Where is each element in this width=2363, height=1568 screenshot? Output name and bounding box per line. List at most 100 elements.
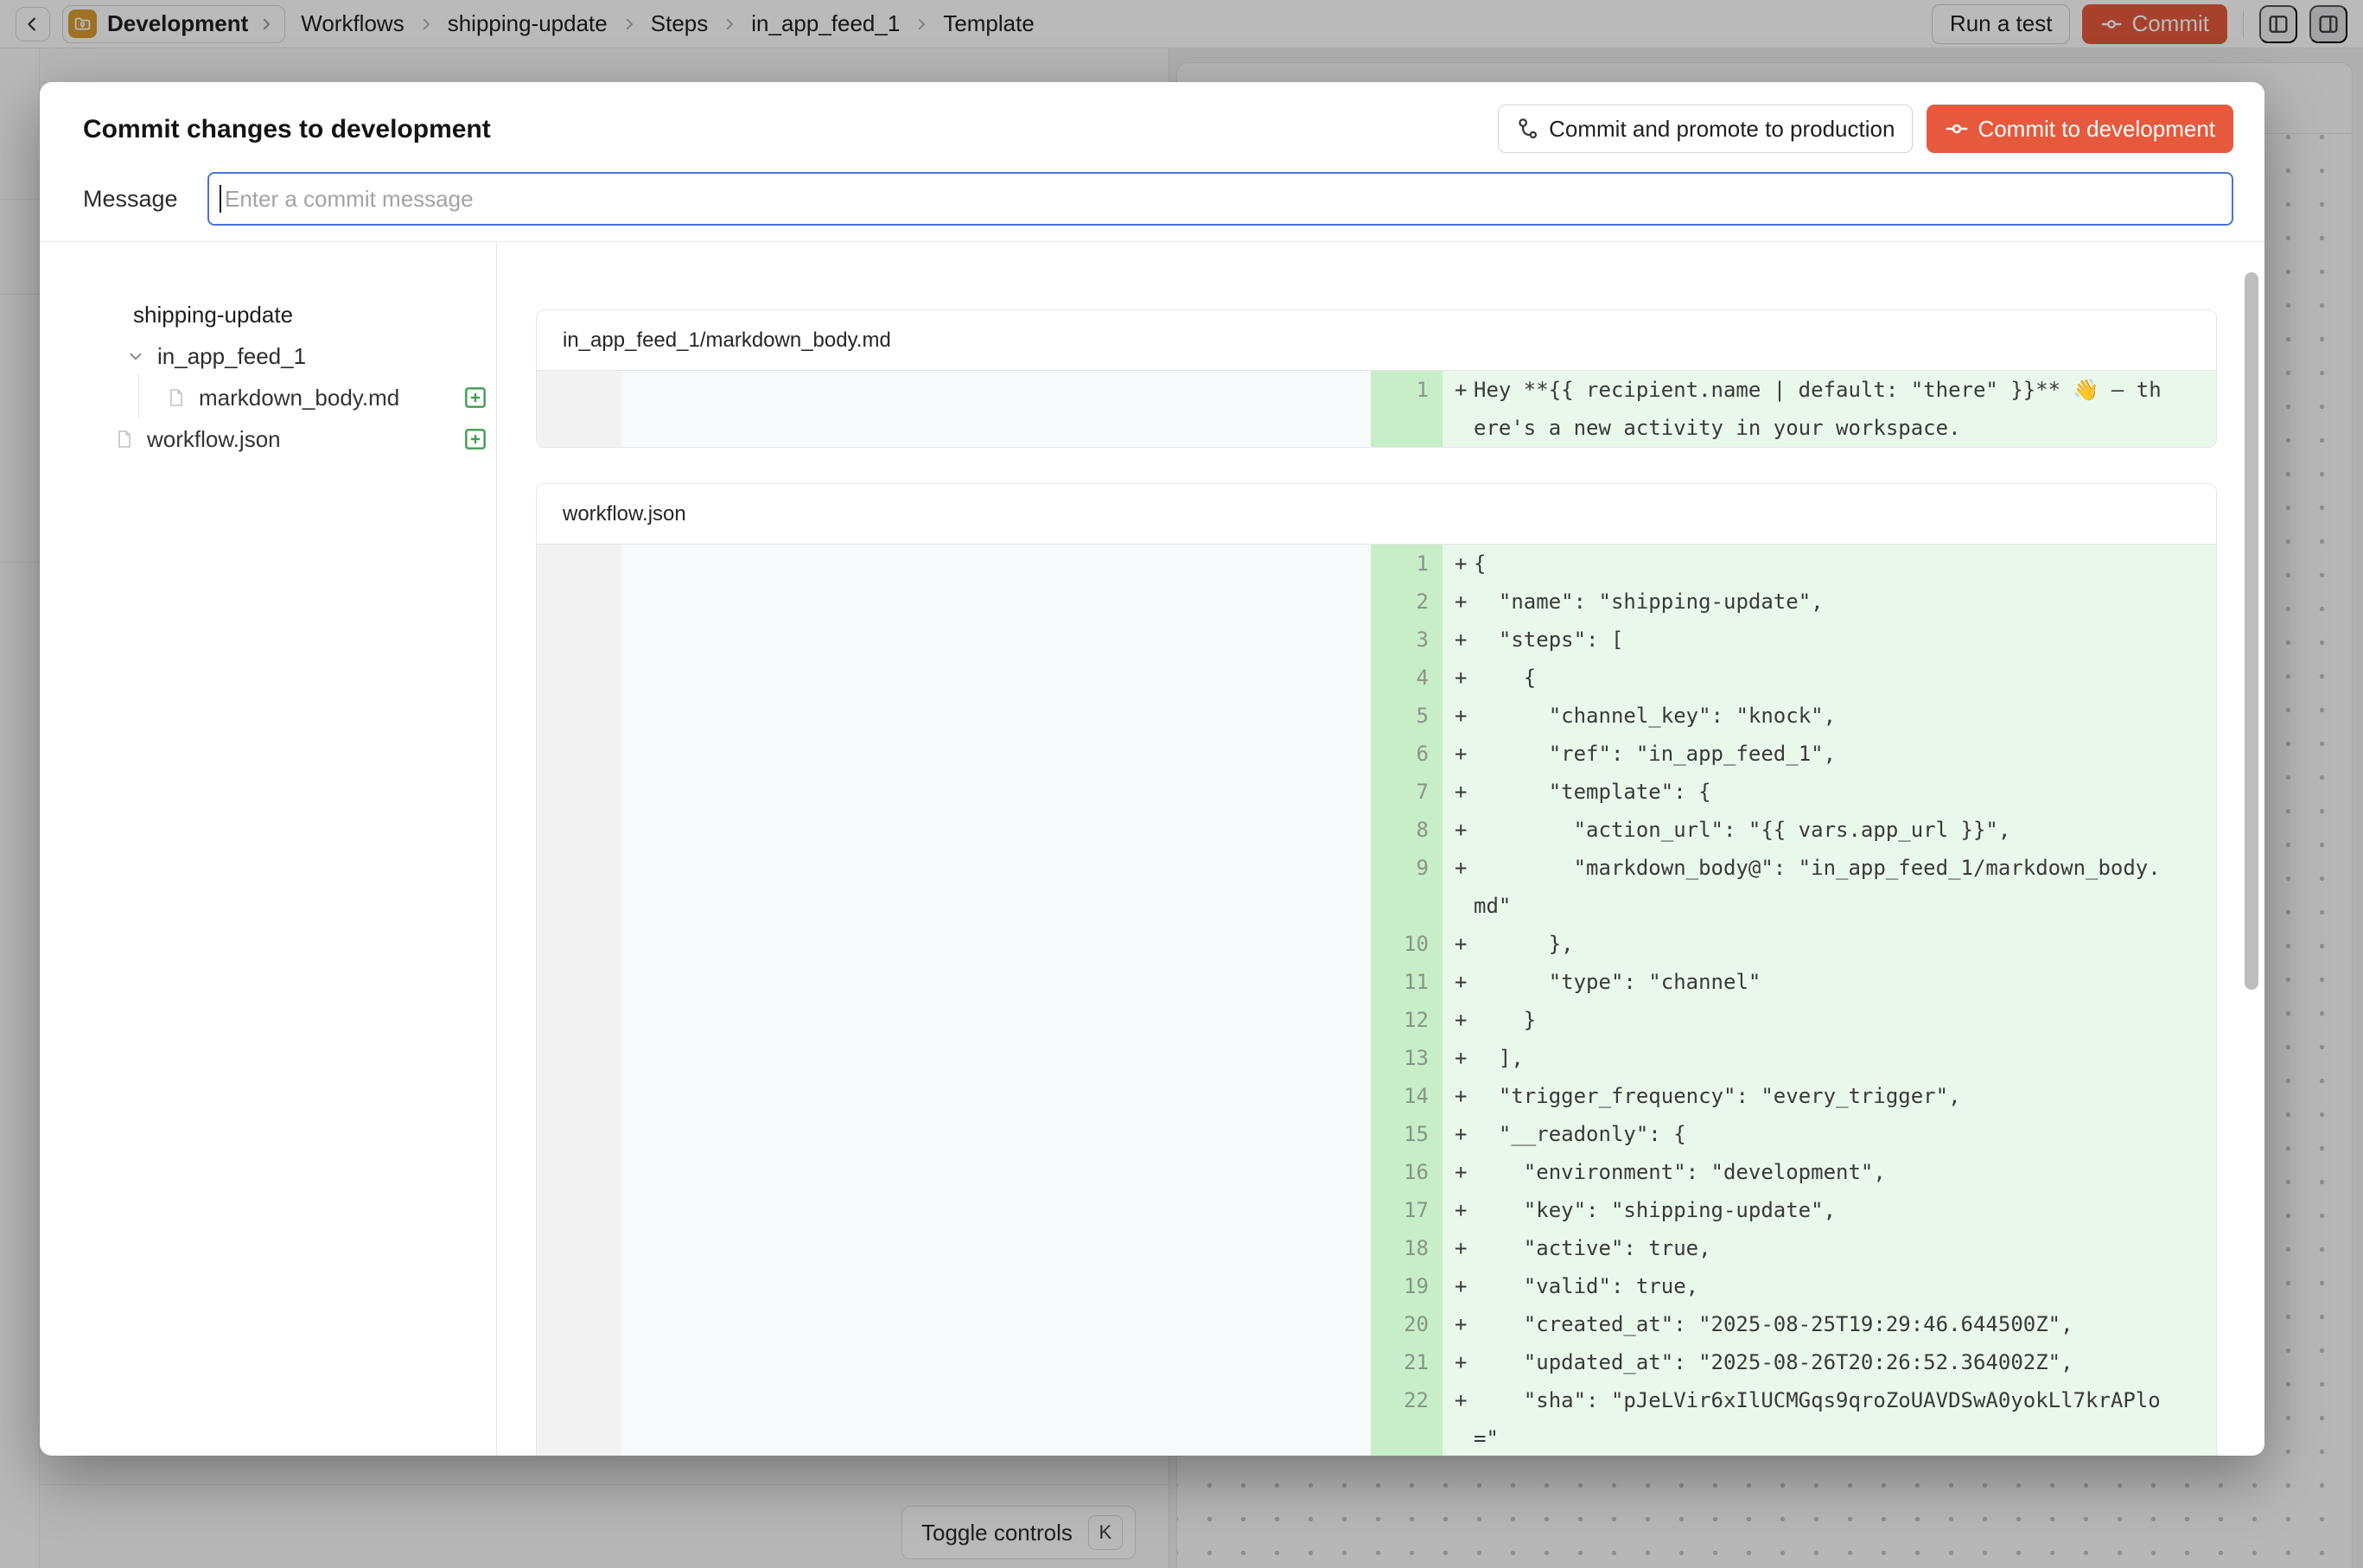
plus-sign: + bbox=[1443, 583, 1474, 621]
commit-message-row: Message bbox=[83, 172, 2233, 226]
old-line-body bbox=[621, 659, 1371, 697]
code-text: ], bbox=[1474, 1039, 1524, 1077]
tree-file-markdown-body[interactable]: markdown_body.md bbox=[166, 379, 399, 417]
diff-line-row: 1+Hey **{{ recipient.name | default: "th… bbox=[537, 371, 2216, 447]
old-line-gutter bbox=[537, 925, 621, 963]
plus-sign: + bbox=[1443, 735, 1474, 773]
old-line-body bbox=[621, 697, 1371, 735]
message-label: Message bbox=[83, 186, 207, 213]
diff-line-row: 14+ "trigger_frequency": "every_trigger"… bbox=[537, 1077, 2216, 1115]
line-number: 19 bbox=[1404, 1274, 1429, 1298]
old-line-body bbox=[621, 1267, 1371, 1305]
old-line-body bbox=[621, 545, 1371, 583]
line-number: 11 bbox=[1404, 970, 1429, 994]
scrollbar-thumb[interactable] bbox=[2245, 272, 2258, 990]
diff-line-row: 18+ "active": true, bbox=[537, 1229, 2216, 1267]
code-text: "ref": "in_app_feed_1", bbox=[1474, 735, 1836, 773]
code-text: "created_at": "2025-08-25T19:29:46.64450… bbox=[1474, 1305, 2073, 1343]
plus-sign: + bbox=[1443, 849, 1474, 887]
diff-viewer[interactable]: in_app_feed_1/markdown_body.md 1+Hey **{… bbox=[497, 242, 2264, 1456]
plus-sign: + bbox=[1443, 1039, 1474, 1077]
file-icon bbox=[166, 387, 187, 408]
plus-sign: + bbox=[1443, 1153, 1474, 1191]
old-line-gutter bbox=[537, 1115, 621, 1153]
old-line-gutter bbox=[537, 811, 621, 849]
plus-sign: + bbox=[1443, 1115, 1474, 1153]
line-number: 12 bbox=[1404, 1008, 1429, 1032]
commit-and-promote-button[interactable]: Commit and promote to production bbox=[1498, 105, 1913, 153]
code-text: "type": "channel" bbox=[1474, 963, 1761, 1001]
code-text: "action_url": "{{ vars.app_url }}", bbox=[1474, 811, 2010, 849]
old-line-body bbox=[621, 1153, 1371, 1191]
line-number: 13 bbox=[1404, 1046, 1429, 1070]
plus-sign: + bbox=[1443, 545, 1474, 583]
modal-title: Commit changes to development bbox=[83, 115, 491, 144]
line-number: 4 bbox=[1417, 666, 1429, 690]
old-line-body bbox=[621, 1001, 1371, 1039]
old-line-gutter bbox=[537, 773, 621, 811]
diff-line-row: 2+ "name": "shipping-update", bbox=[537, 583, 2216, 621]
line-number: 2 bbox=[1417, 590, 1429, 614]
diff-line-row: 13 + ], bbox=[537, 1039, 2216, 1077]
commit-to-development-button[interactable]: Commit to development bbox=[1927, 105, 2233, 153]
line-number: 3 bbox=[1417, 628, 1429, 652]
tree-indent-guide bbox=[138, 373, 139, 418]
line-number: 9 bbox=[1417, 856, 1429, 880]
modal-header: Commit changes to development Commit and… bbox=[40, 82, 2264, 242]
diff-line-row: 17+ "key": "shipping-update", bbox=[537, 1191, 2216, 1229]
old-line-gutter bbox=[537, 621, 621, 659]
old-line-gutter bbox=[537, 1153, 621, 1191]
line-number: 1 bbox=[1417, 378, 1429, 402]
old-line-gutter bbox=[537, 1305, 621, 1343]
code-text: "active": true, bbox=[1474, 1229, 1711, 1267]
diff-body: 1+Hey **{{ recipient.name | default: "th… bbox=[537, 371, 2216, 447]
plus-sign: + bbox=[1443, 621, 1474, 659]
old-line-body bbox=[621, 621, 1371, 659]
code-text: "trigger_frequency": "every_trigger", bbox=[1474, 1077, 1961, 1115]
line-number: 14 bbox=[1404, 1084, 1429, 1108]
line-number: 15 bbox=[1404, 1122, 1429, 1146]
diff-line-row: 21+ "updated_at": "2025-08-26T20:26:52.3… bbox=[537, 1343, 2216, 1381]
diff-line-row: 15 + "__readonly": { bbox=[537, 1115, 2216, 1153]
code-text: "valid": true, bbox=[1474, 1267, 1698, 1305]
commit-message-input[interactable] bbox=[207, 172, 2233, 226]
diff-file-name: in_app_feed_1/markdown_body.md bbox=[537, 310, 2216, 371]
old-line-body bbox=[621, 773, 1371, 811]
line-number: 16 bbox=[1404, 1160, 1429, 1184]
code-text: { bbox=[1474, 545, 1486, 583]
code-text: "template": { bbox=[1474, 773, 1711, 811]
promote-branch-icon bbox=[1516, 117, 1540, 141]
code-text: "environment": "development", bbox=[1474, 1153, 1886, 1191]
diff-line-row: 5+ "channel_key": "knock", bbox=[537, 697, 2216, 735]
text-caret bbox=[220, 185, 221, 213]
code-text: Hey **{{ recipient.name | default: "ther… bbox=[1474, 371, 2163, 447]
code-text: { bbox=[1474, 659, 1536, 697]
plus-sign: + bbox=[1443, 811, 1474, 849]
old-line-body bbox=[621, 1039, 1371, 1077]
line-number: 6 bbox=[1417, 742, 1429, 766]
diff-line-row: 22+ "sha": "pJeLVir6xIlUCMGqs9qroZoUAVDS… bbox=[537, 1381, 2216, 1456]
old-line-body bbox=[621, 925, 1371, 963]
chevron-down-icon bbox=[126, 347, 145, 366]
old-line-body bbox=[621, 583, 1371, 621]
code-text: }, bbox=[1474, 925, 1574, 963]
old-line-gutter bbox=[537, 583, 621, 621]
message-input-wrap bbox=[207, 172, 2233, 226]
line-number: 18 bbox=[1404, 1236, 1429, 1260]
old-line-body bbox=[621, 811, 1371, 849]
old-line-gutter bbox=[537, 1381, 621, 1456]
old-line-gutter bbox=[537, 545, 621, 583]
line-number: 5 bbox=[1417, 704, 1429, 728]
old-line-body bbox=[621, 1077, 1371, 1115]
diff-file-name: workflow.json bbox=[537, 484, 2216, 545]
code-text: "key": "shipping-update", bbox=[1474, 1191, 1836, 1229]
tree-file-workflow-json[interactable]: workflow.json bbox=[114, 420, 281, 458]
old-line-body bbox=[621, 371, 1371, 447]
tree-folder-in-app-feed[interactable]: in_app_feed_1 bbox=[126, 337, 306, 375]
plus-sign: + bbox=[1443, 773, 1474, 811]
plus-sign: + bbox=[1443, 1001, 1474, 1039]
diff-line-row: 16 + "environment": "development", bbox=[537, 1153, 2216, 1191]
code-text: "__readonly": { bbox=[1474, 1115, 1686, 1153]
line-number: 10 bbox=[1404, 932, 1429, 956]
old-line-body bbox=[621, 963, 1371, 1001]
